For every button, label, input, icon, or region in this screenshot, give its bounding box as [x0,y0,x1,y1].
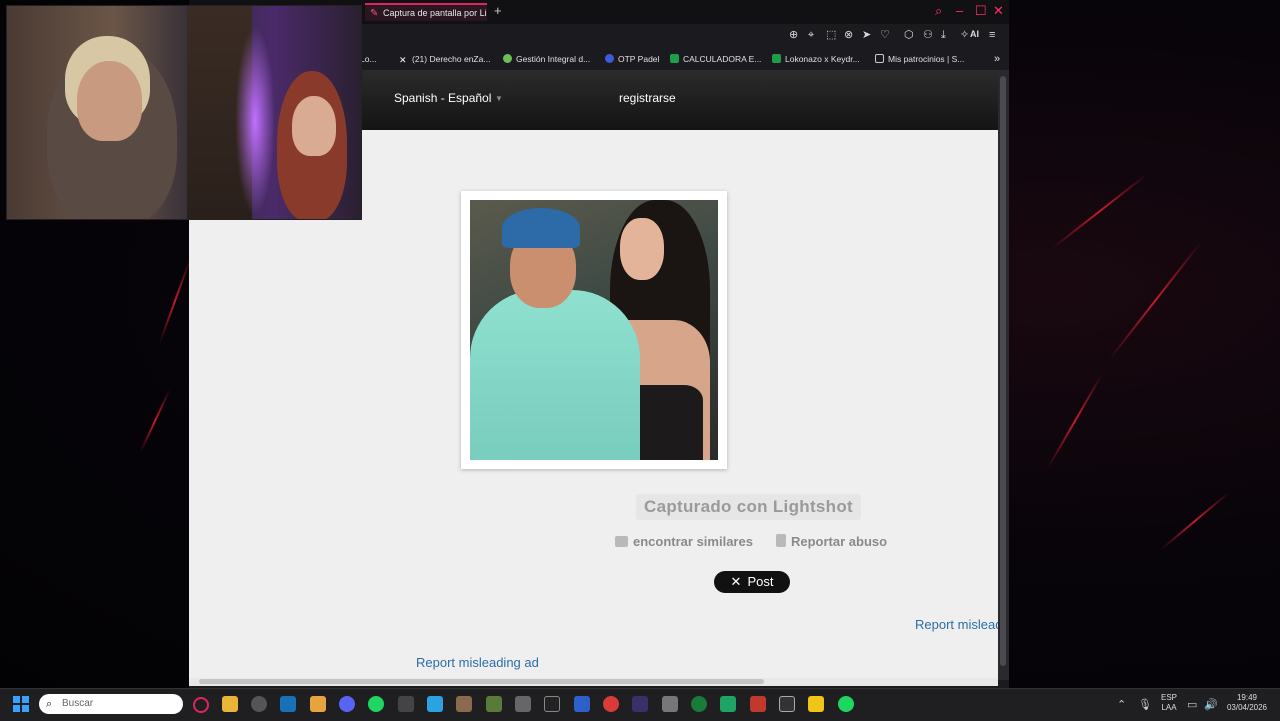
notes-icon[interactable] [427,696,443,712]
camera-icon [615,536,628,547]
maximize-icon[interactable]: ☐ [975,4,987,18]
app-icon[interactable] [544,696,560,712]
extensions-icon[interactable]: ⬡ [904,28,914,42]
profile-icon[interactable]: ⚇ [923,28,933,42]
sheets-icon [670,54,679,63]
clipboard-icon [776,534,786,547]
app-icon[interactable] [808,696,824,712]
spotify-icon[interactable] [838,696,854,712]
taskbar-search[interactable]: ⌕ Buscar [39,694,183,714]
chevron-up-icon[interactable]: ⌃ [1117,698,1126,711]
app-icon[interactable] [750,696,766,712]
report-ad-link[interactable]: Report mislead [915,617,998,632]
report-ad-link[interactable]: Report misleading ad [416,655,539,670]
send-icon[interactable]: ➤ [862,28,871,42]
volume-icon[interactable]: 🔊 [1204,698,1218,711]
horizontal-scrollbar[interactable] [189,678,998,686]
app-icon[interactable] [603,696,619,712]
app-icon[interactable] [779,696,795,712]
pin-icon[interactable]: ⌖ [808,28,814,42]
register-link[interactable]: registrarse [619,91,676,105]
app-icon[interactable] [310,696,326,712]
close-icon[interactable]: ✕ [993,4,1004,18]
tab-title: Captura de pantalla por Li [383,8,487,18]
bitwarden-icon[interactable] [574,696,590,712]
bookmark-icon [605,54,614,63]
ai-icon[interactable]: ✧ [960,28,969,42]
app-icon[interactable] [515,696,531,712]
app-icon[interactable] [632,696,648,712]
more-bookmarks-icon[interactable]: » [994,53,1000,65]
discord-icon[interactable] [339,696,355,712]
x-icon: ✕ [730,574,742,589]
app-icon[interactable] [662,696,678,712]
bookmark-item[interactable]: OTP Padel [605,53,659,65]
app-icon[interactable] [456,696,472,712]
clock[interactable]: 19:49 03/04/2026 [1222,693,1272,713]
pen-icon: ✎ [370,8,379,19]
heart-icon[interactable]: ♡ [880,28,890,42]
screenshot-image-frame [461,191,727,469]
bookmark-item[interactable]: Mis patrocinios | S... [875,53,964,65]
zoom-icon[interactable]: ⊕ [789,28,798,42]
chevron-down-icon[interactable]: ▼ [495,94,503,103]
microphone-icon[interactable]: 🎙 [1138,698,1152,711]
menu-icon[interactable]: ≡ [989,28,995,42]
download-icon[interactable]: ⤓ [941,28,946,42]
file-explorer-icon[interactable] [222,696,238,712]
network-icon[interactable]: ▭ [1187,698,1197,711]
sheets-icon [772,54,781,63]
language-indicator[interactable]: ESP LAA [1160,693,1178,713]
bookmark-item[interactable]: Lokonazo x Keydr... [772,53,860,65]
app-icon[interactable] [398,696,414,712]
new-tab-button[interactable]: + [494,3,502,19]
report-abuse-link[interactable]: Reportar abuso [776,534,887,549]
bookmark-item[interactable]: Lo... [360,53,377,65]
bookmark-icon [503,54,512,63]
windows-start-icon[interactable] [13,696,29,712]
x-icon: ✕ [399,55,407,65]
bookmark-item[interactable]: Gestión Integral d... [503,53,590,65]
search-icon[interactable]: ⌕ [935,4,942,18]
language-selector[interactable]: Spanish - Español [394,91,491,105]
minimize-icon[interactable]: – [956,4,963,18]
bookmark-item[interactable]: ✕ (21) Derecho enZa... [399,53,490,65]
page-icon [875,54,884,63]
lightshot-caption: Capturado con Lightshot [636,494,861,520]
screenshot-image[interactable] [470,200,718,460]
app-icon[interactable] [720,696,736,712]
app-icon[interactable] [251,696,267,712]
find-similar-link[interactable]: encontrar similares [615,534,753,549]
ai-label[interactable]: AI [970,29,979,39]
screenshot-icon[interactable]: ⬚ [826,28,836,42]
opera-icon[interactable] [193,697,209,713]
xbox-icon[interactable] [691,696,707,712]
vertical-scrollbar[interactable] [998,70,1009,680]
bookmark-item[interactable]: CALCULADORA E... [670,53,761,65]
active-tab[interactable]: ✎ Captura de pantalla por Li [365,3,487,21]
post-button[interactable]: ✕ Post [714,571,790,593]
webcam-overlay [6,5,362,220]
search-icon: ⌕ [46,698,53,710]
steam-icon[interactable] [280,696,296,712]
block-icon[interactable]: ⊗ [844,28,853,42]
spotify-icon[interactable] [368,696,384,712]
app-icon[interactable] [486,696,502,712]
